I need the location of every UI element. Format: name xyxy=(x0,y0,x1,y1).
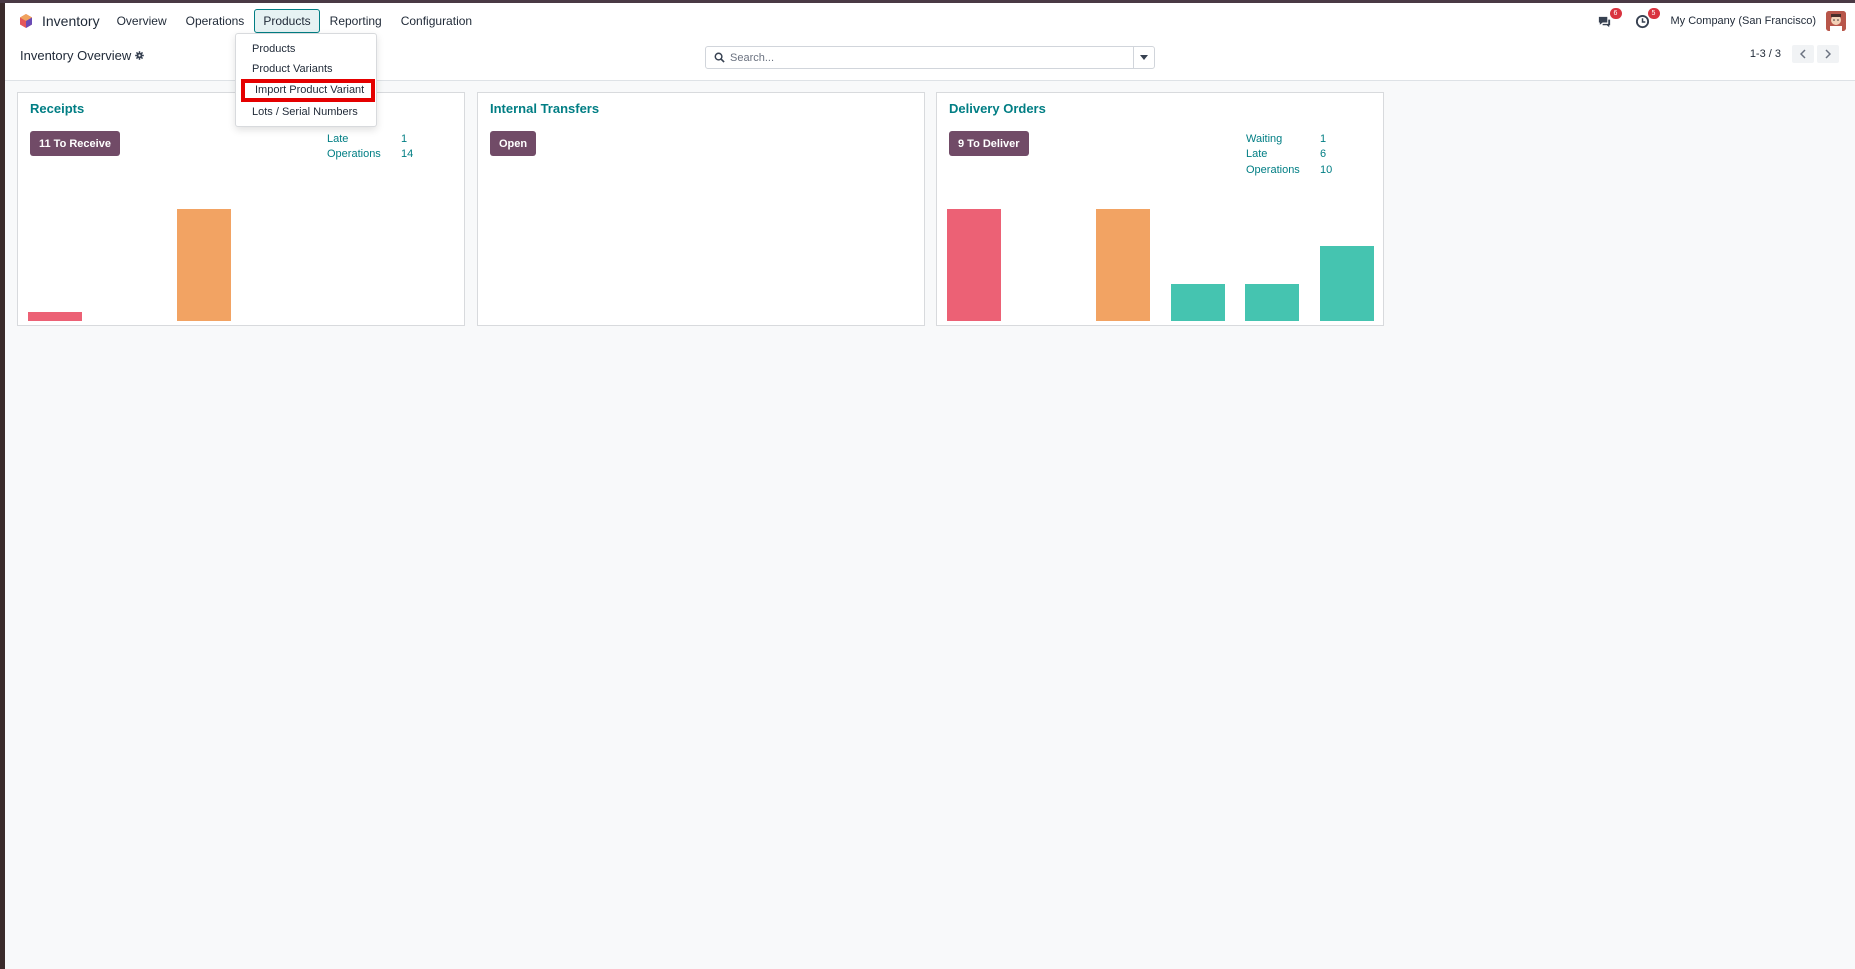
user-avatar[interactable] xyxy=(1826,11,1846,31)
window-edge xyxy=(0,0,5,969)
stat-label: Operations xyxy=(1246,163,1300,176)
page-title-text: Inventory Overview xyxy=(20,48,132,63)
stat-value: 1 xyxy=(401,132,408,145)
top-menu: Overview Operations Products Reporting C… xyxy=(108,9,483,33)
stat-value: 6 xyxy=(1320,148,1327,161)
stat-label: Waiting xyxy=(1246,132,1283,145)
menu-reporting[interactable]: Reporting xyxy=(321,9,391,33)
stat-label: Late xyxy=(1246,148,1268,161)
delivery-stat-waiting[interactable]: Waiting 1 xyxy=(1246,131,1332,147)
internal-transfers-title[interactable]: Internal Transfers xyxy=(490,101,599,116)
menu-operations[interactable]: Operations xyxy=(177,9,254,33)
delivery-stat-late[interactable]: Late 6 xyxy=(1246,147,1332,163)
dropdown-item-import-product-variant[interactable]: Import Product Variant xyxy=(241,79,375,102)
dropdown-item-products[interactable]: Products xyxy=(236,39,376,59)
navbar-systray: 6 5 My Company (San Francisco) xyxy=(1595,3,1855,39)
app-name: Inventory xyxy=(42,13,100,29)
internal-transfers-open-button[interactable]: Open xyxy=(490,131,537,156)
gear-icon[interactable] xyxy=(135,51,145,60)
app-brand[interactable]: Inventory xyxy=(18,13,100,29)
activities-badge: 5 xyxy=(1647,8,1660,19)
delivery-orders-title[interactable]: Delivery Orders xyxy=(949,101,1046,116)
pager-next-button[interactable] xyxy=(1817,45,1839,63)
receipts-stat-operations[interactable]: Operations 14 xyxy=(327,147,413,163)
graph-bar[interactable] xyxy=(28,312,82,321)
delivery-orders-card[interactable]: Delivery Orders 9 To Deliver Waiting 1 L… xyxy=(936,92,1384,326)
receipts-graph[interactable] xyxy=(28,201,458,321)
page-title: Inventory Overview xyxy=(20,48,145,63)
graph-bar[interactable] xyxy=(947,209,1001,321)
stat-label: Operations xyxy=(327,148,381,161)
search-bar xyxy=(705,46,1155,69)
search-input[interactable] xyxy=(730,51,1130,64)
messages-badge: 6 xyxy=(1609,8,1622,19)
delivery-to-deliver-button[interactable]: 9 To Deliver xyxy=(949,131,1029,156)
delivery-stats: Waiting 1 Late 6 Operations 10 xyxy=(1246,131,1332,178)
graph-bar[interactable] xyxy=(1319,246,1374,321)
avatar-icon xyxy=(1826,11,1846,31)
search-icon xyxy=(714,52,725,63)
messages-button[interactable]: 6 xyxy=(1595,8,1622,31)
receipts-card[interactable]: Receipts 11 To Receive Late 1 Operations… xyxy=(17,92,465,326)
pager-previous-button[interactable] xyxy=(1792,45,1814,63)
graph-bar[interactable] xyxy=(177,209,231,321)
menu-overview[interactable]: Overview xyxy=(108,9,176,33)
receipts-stats: Late 1 Operations 14 xyxy=(327,131,413,162)
receipts-stat-late[interactable]: Late 1 xyxy=(327,131,413,147)
stat-value: 10 xyxy=(1320,163,1333,176)
internal-transfers-card[interactable]: Internal Transfers Open xyxy=(477,92,925,326)
chevron-left-icon xyxy=(1800,49,1806,59)
inventory-app-icon xyxy=(20,14,32,28)
receipts-to-receive-button[interactable]: 11 To Receive xyxy=(30,131,120,156)
activities-button[interactable]: 5 xyxy=(1633,8,1660,31)
delivery-stat-operations[interactable]: Operations 10 xyxy=(1246,162,1332,178)
menu-products[interactable]: Products xyxy=(254,9,320,33)
company-switcher[interactable]: My Company (San Francisco) xyxy=(1671,15,1817,27)
graph-bar[interactable] xyxy=(1096,209,1150,321)
caret-down-icon xyxy=(1140,55,1148,60)
pager-value[interactable]: 1-3 / 3 xyxy=(1750,48,1781,60)
receipts-title[interactable]: Receipts xyxy=(30,101,84,116)
products-dropdown-menu: Products Product Variants Import Product… xyxy=(235,33,377,127)
chevron-right-icon xyxy=(1825,49,1831,59)
graph-bar[interactable] xyxy=(1245,284,1299,321)
stat-value: 1 xyxy=(1320,132,1327,145)
graph-bar[interactable] xyxy=(1170,284,1225,321)
menu-configuration[interactable]: Configuration xyxy=(392,9,481,33)
dropdown-item-product-variants[interactable]: Product Variants xyxy=(236,59,376,79)
search-options-toggle[interactable] xyxy=(1133,47,1154,68)
pager: 1-3 / 3 xyxy=(1750,45,1839,63)
stat-label: Late xyxy=(327,132,349,145)
stat-value: 14 xyxy=(401,148,414,161)
dropdown-item-lots-serial-numbers[interactable]: Lots / Serial Numbers xyxy=(236,102,376,122)
delivery-graph[interactable] xyxy=(947,201,1377,321)
